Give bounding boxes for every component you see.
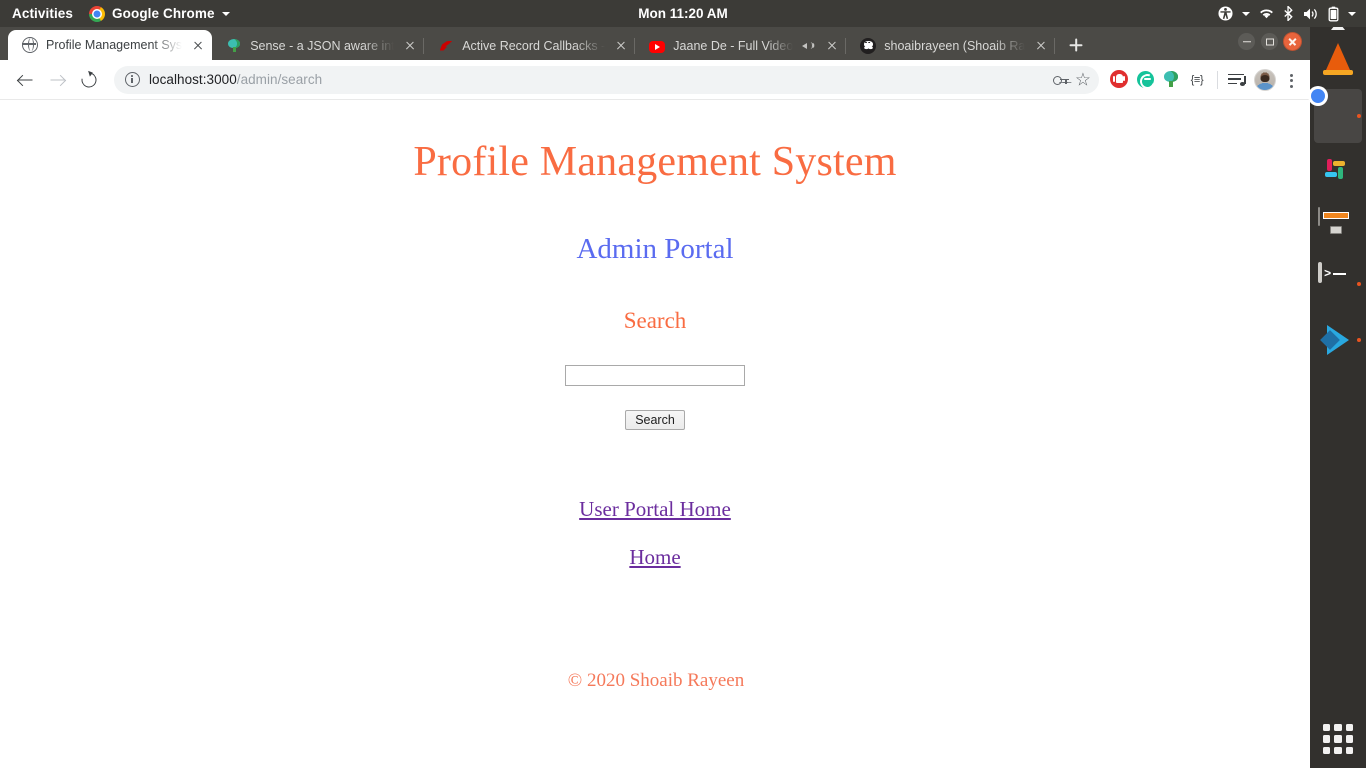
tab-title: Profile Management Sys <box>46 38 183 52</box>
search-form: Search <box>0 365 1310 430</box>
youtube-icon <box>649 40 666 53</box>
browser-toolbar: localhost:3000/admin/search {≡} <box>0 60 1310 100</box>
audio-playing-icon[interactable] <box>801 38 816 53</box>
search-input[interactable] <box>565 365 745 386</box>
url-host: localhost:3000 <box>149 72 237 87</box>
adblock-icon[interactable] <box>1107 67 1131 93</box>
window-controls <box>1237 32 1302 51</box>
vlc-icon <box>1318 21 1358 80</box>
star-icon[interactable] <box>1073 70 1093 90</box>
show-applications-button[interactable] <box>1323 724 1353 754</box>
chevron-down-icon[interactable] <box>1242 11 1250 16</box>
slack-icon <box>1318 152 1358 192</box>
chrome-menu-icon[interactable] <box>1280 67 1302 93</box>
chevron-down-icon <box>221 11 230 16</box>
address-bar[interactable]: localhost:3000/admin/search <box>114 65 1099 94</box>
elastic-icon <box>226 38 242 54</box>
omnibox-actions <box>1051 70 1093 90</box>
chevron-down-icon[interactable] <box>1348 11 1356 16</box>
page-subtitle: Admin Portal <box>576 233 734 265</box>
back-button[interactable] <box>10 65 40 95</box>
battery-icon[interactable] <box>1328 6 1339 22</box>
tab-jaane-de[interactable]: Jaane De - Full Video <box>635 31 847 60</box>
tab-active-record-callbacks[interactable]: Active Record Callbacks - <box>424 31 636 60</box>
github-icon <box>860 37 877 54</box>
files-icon <box>1318 207 1358 248</box>
key-icon[interactable] <box>1051 70 1071 90</box>
page-content: Profile Management System Admin Portal S… <box>0 100 1310 692</box>
running-indicator <box>1357 338 1361 342</box>
footer-text: © 2020 Shoaib Rayeen <box>567 670 745 691</box>
search-section-heading: Search <box>623 308 687 333</box>
user-portal-home-link[interactable]: User Portal Home <box>0 497 1310 522</box>
site-information-icon[interactable] <box>125 72 140 87</box>
system-tray <box>1218 6 1366 22</box>
dock-item-slack[interactable] <box>1314 145 1362 199</box>
running-indicator <box>1357 282 1361 286</box>
close-icon[interactable] <box>613 38 629 54</box>
dock-item-vscode[interactable] <box>1314 313 1362 367</box>
tab-title: Sense - a JSON aware int <box>250 38 395 53</box>
minimize-button[interactable] <box>1237 32 1256 51</box>
terminal-icon <box>1318 262 1358 304</box>
search-button[interactable]: Search <box>625 410 685 430</box>
page-viewport: Profile Management System Admin Portal S… <box>0 100 1310 767</box>
toolbar-divider <box>1217 70 1218 89</box>
dock-item-vlc[interactable] <box>1314 21 1362 87</box>
dock-item-terminal[interactable] <box>1314 257 1362 311</box>
new-tab-button[interactable] <box>1062 31 1090 59</box>
page-title: Profile Management System <box>413 139 897 185</box>
running-indicator <box>1357 114 1361 118</box>
close-window-button[interactable] <box>1283 32 1302 51</box>
close-icon[interactable] <box>824 38 840 54</box>
tab-title: Active Record Callbacks - <box>462 38 606 53</box>
avatar[interactable] <box>1254 68 1276 91</box>
tab-profile-management[interactable]: Profile Management Sys <box>8 30 213 60</box>
json-formatter-icon[interactable]: {≡} <box>1185 67 1209 93</box>
url-path: /admin/search <box>236 72 323 87</box>
elasticsearch-head-icon[interactable] <box>1159 67 1183 93</box>
close-icon[interactable] <box>190 37 206 53</box>
topbar-app-name: Google Chrome <box>112 6 215 21</box>
topbar-app-menu[interactable]: Google Chrome <box>83 5 236 22</box>
close-icon[interactable] <box>1033 38 1049 54</box>
bluetooth-icon[interactable] <box>1283 6 1294 21</box>
vscode-icon <box>1320 323 1355 357</box>
globe-icon <box>22 37 38 53</box>
screen: Activities Google Chrome Mon 11:20 AM Pr… <box>0 0 1366 768</box>
tab-shoaibrayeen-github[interactable]: shoaibrayeen (Shoaib Ra <box>846 31 1056 60</box>
chrome-icon <box>1318 96 1358 136</box>
dock-item-chrome[interactable] <box>1314 89 1362 143</box>
dock-item-files[interactable] <box>1314 201 1362 255</box>
wifi-icon[interactable] <box>1259 7 1274 20</box>
chrome-icon <box>89 5 106 22</box>
tab-title: Jaane De - Full Video <box>673 38 794 53</box>
accessibility-icon[interactable] <box>1218 6 1233 21</box>
reading-list-icon[interactable] <box>1226 69 1248 91</box>
tab-title: shoaibrayeen (Shoaib Ra <box>884 38 1026 53</box>
activities-button[interactable]: Activities <box>0 6 83 21</box>
home-link[interactable]: Home <box>0 545 1310 570</box>
gnome-top-bar: Activities Google Chrome Mon 11:20 AM <box>0 0 1366 27</box>
maximize-button[interactable] <box>1260 32 1279 51</box>
reload-button[interactable] <box>74 65 104 95</box>
rails-icon <box>438 38 454 54</box>
url-text: localhost:3000/admin/search <box>149 72 1045 87</box>
grammarly-icon[interactable] <box>1133 67 1157 93</box>
tab-sense[interactable]: Sense - a JSON aware int <box>212 31 425 60</box>
search-button-row: Search <box>0 386 1310 430</box>
close-icon[interactable] <box>402 38 418 54</box>
tab-strip: Profile Management Sys Sense - a JSON aw… <box>0 27 1310 60</box>
forward-button[interactable] <box>42 65 72 95</box>
chrome-window: Profile Management Sys Sense - a JSON aw… <box>0 27 1310 768</box>
volume-icon[interactable] <box>1303 7 1319 21</box>
ubuntu-dock <box>1310 21 1366 768</box>
